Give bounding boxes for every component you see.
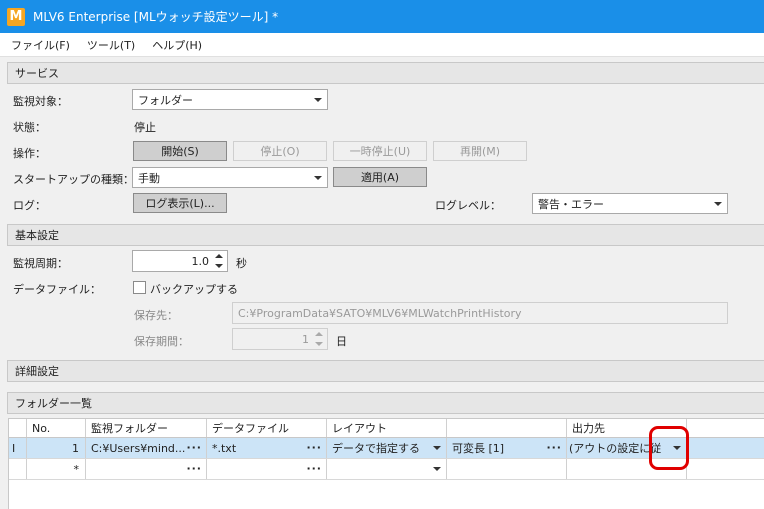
cell-extra[interactable]	[447, 459, 567, 479]
loglevel-label: ログレベル：	[435, 199, 501, 212]
column-header-folder[interactable]: 監視フォルダー	[86, 419, 207, 437]
ellipsis-icon[interactable]: ···	[546, 441, 562, 454]
backup-checkbox[interactable]	[133, 281, 146, 294]
status-label: 状態：	[13, 121, 46, 134]
log-view-button[interactable]: ログ表示(L)...	[133, 193, 227, 213]
cell-layout[interactable]	[327, 459, 447, 479]
window-title: MLV6 Enterprise [MLウォッチ設定ツール] *	[33, 10, 279, 24]
column-header-layout[interactable]: レイアウト	[327, 419, 447, 437]
status-value: 停止	[134, 121, 156, 134]
menu-tools[interactable]: ツール(T)	[81, 37, 141, 53]
row-marker	[9, 459, 27, 479]
spin-up-icon[interactable]	[215, 254, 223, 258]
cell-no: *	[27, 459, 86, 479]
chevron-down-icon	[314, 176, 322, 180]
backup-label: バックアップする	[150, 283, 238, 296]
chevron-down-icon[interactable]	[433, 467, 441, 471]
column-header-extra[interactable]	[447, 419, 567, 437]
target-combo-value: フォルダー	[138, 93, 193, 107]
pause-button[interactable]: 一時停止(U)	[333, 141, 427, 161]
log-label: ログ：	[13, 199, 46, 212]
startup-combo-value: 手動	[138, 171, 160, 185]
datafile-label: データファイル：	[13, 283, 101, 296]
startup-label: スタートアップの種類：	[13, 173, 134, 186]
column-header-datafile[interactable]: データファイル	[207, 419, 327, 437]
cell-datafile-text: *.txt	[212, 441, 237, 455]
cell-layout[interactable]: データで指定する	[327, 438, 447, 458]
detail-panel-header[interactable]: 詳細設定	[7, 360, 764, 382]
save-period-unit: 日	[336, 335, 347, 348]
menu-file[interactable]: ファイル(F)	[5, 37, 76, 53]
menu-bar: ファイル(F) ツール(T) ヘルプ(H)	[0, 33, 764, 57]
save-period-spinner[interactable]: 1	[232, 328, 328, 350]
spin-down-icon[interactable]	[315, 342, 323, 346]
cell-folder[interactable]: C:¥Users¥mind... ···	[86, 438, 207, 458]
save-period-label: 保存期間：	[134, 335, 189, 348]
startup-combo[interactable]: 手動	[132, 167, 328, 188]
start-button[interactable]: 開始(S)	[133, 141, 227, 161]
cell-folder[interactable]: ···	[86, 459, 207, 479]
loglevel-combo[interactable]: 警告・エラー	[532, 193, 728, 214]
stop-button[interactable]: 停止(O)	[233, 141, 327, 161]
target-combo[interactable]: フォルダー	[132, 89, 328, 110]
resume-button[interactable]: 再開(M)	[433, 141, 527, 161]
ellipsis-icon[interactable]: ···	[186, 441, 202, 454]
title-bar: M MLV6 Enterprise [MLウォッチ設定ツール] *	[0, 0, 764, 33]
cell-datafile[interactable]: *.txt ···	[207, 438, 327, 458]
interval-spinner[interactable]: 1.0	[132, 250, 228, 272]
interval-label: 監視周期：	[13, 257, 68, 270]
target-label: 監視対象：	[13, 95, 68, 108]
folders-panel-header: フォルダー一覧	[7, 392, 764, 414]
cell-extra[interactable]: 可変長 [1] ···	[447, 438, 567, 458]
chevron-down-icon[interactable]	[433, 446, 441, 450]
cell-no: 1	[27, 438, 86, 458]
save-to-label: 保存先：	[134, 309, 178, 322]
ellipsis-icon[interactable]: ···	[306, 462, 322, 475]
chevron-down-icon	[714, 202, 722, 206]
highlight-annotation	[649, 426, 689, 470]
menu-help[interactable]: ヘルプ(H)	[146, 37, 208, 53]
ellipsis-icon[interactable]: ···	[186, 462, 202, 475]
spin-down-icon[interactable]	[215, 264, 223, 268]
chevron-down-icon	[314, 98, 322, 102]
basic-panel-header: 基本設定	[7, 224, 764, 246]
cell-datafile[interactable]: ···	[207, 459, 327, 479]
spin-up-icon[interactable]	[315, 332, 323, 336]
operation-label: 操作：	[13, 147, 46, 160]
cell-folder-text: C:¥Users¥mind...	[91, 441, 186, 455]
apply-button[interactable]: 適用(A)	[333, 167, 427, 187]
save-period-value: 1	[302, 333, 309, 346]
grid-header-marker	[9, 419, 27, 437]
interval-unit: 秒	[236, 257, 247, 270]
loglevel-combo-value: 警告・エラー	[538, 197, 604, 211]
row-marker: I	[9, 438, 27, 458]
interval-value: 1.0	[191, 255, 210, 268]
service-panel-header: サービス	[7, 62, 764, 84]
save-to-input[interactable]: C:¥ProgramData¥SATO¥MLV6¥MLWatchPrintHis…	[232, 302, 728, 324]
cell-layout-text: データで指定する	[332, 442, 420, 455]
cell-output-text: (アウトの設定に従う)	[569, 442, 661, 455]
ellipsis-icon[interactable]: ···	[306, 441, 322, 454]
app-logo-icon: M	[7, 7, 25, 26]
cell-extra-text: 可変長 [1]	[452, 442, 505, 455]
column-header-no[interactable]: No.	[27, 419, 86, 437]
